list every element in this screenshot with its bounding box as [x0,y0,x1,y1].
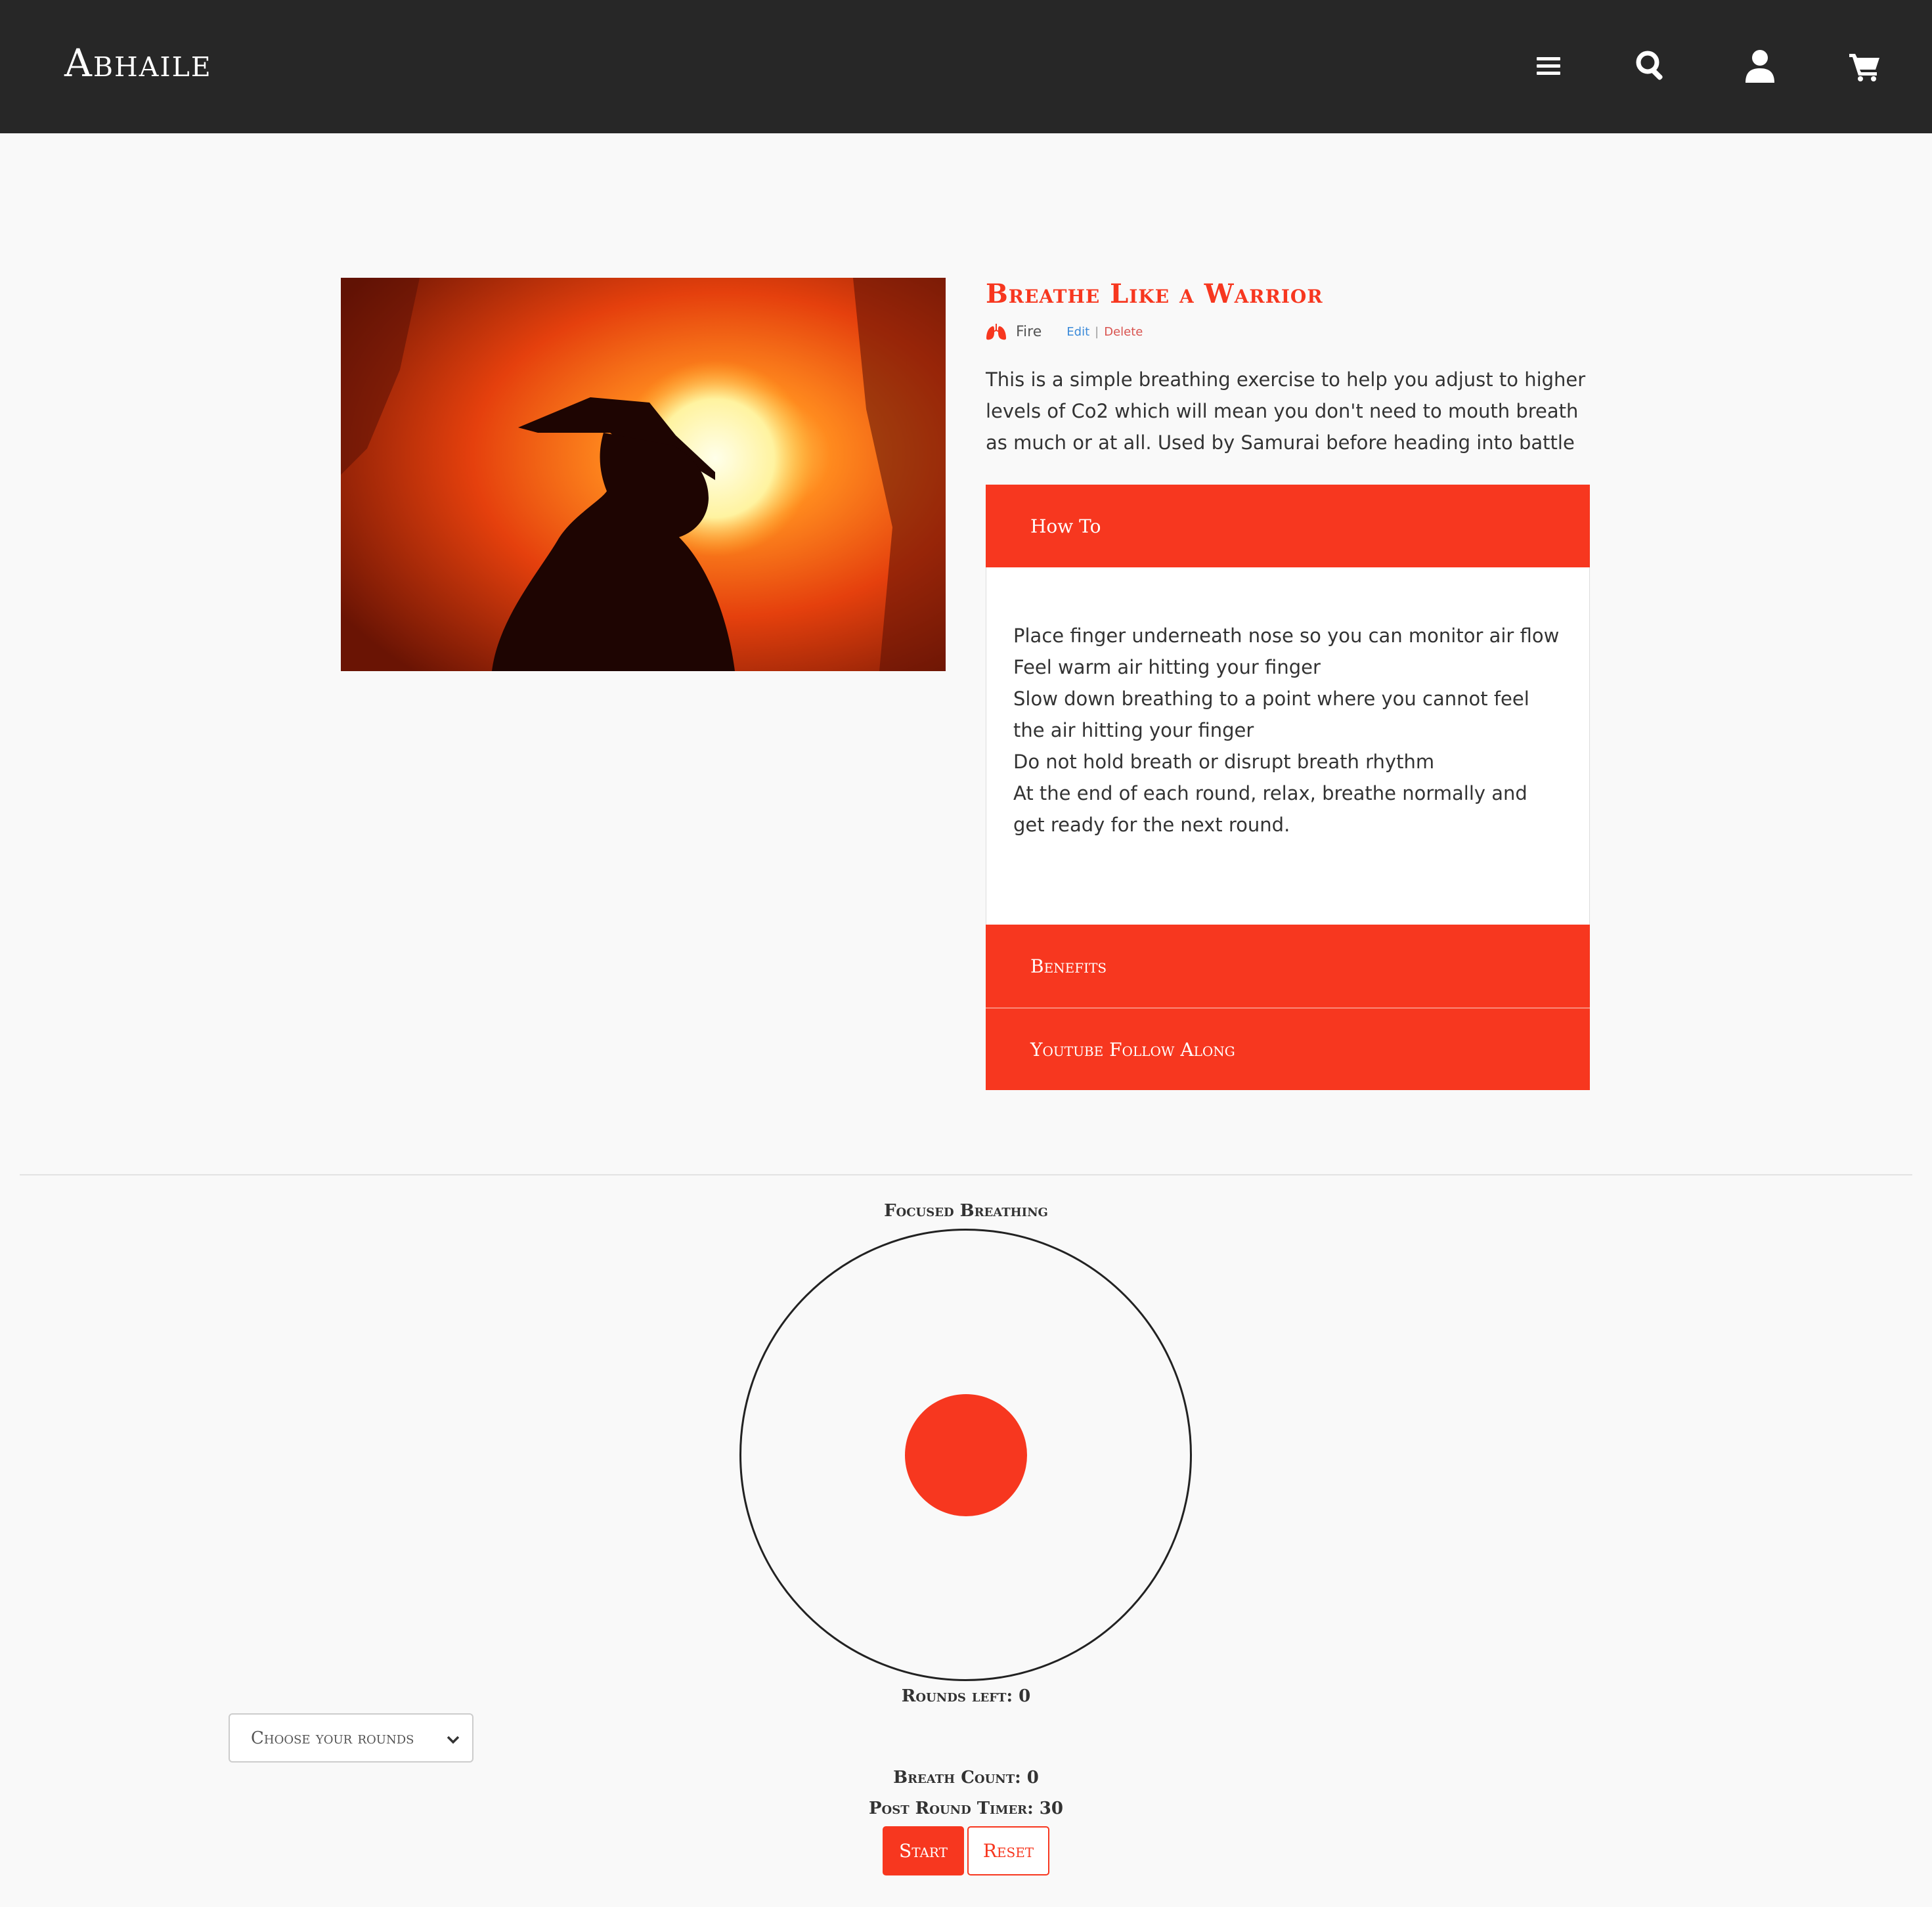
breathing-heading: Focused Breathing [884,1201,1048,1221]
exercise-image [341,278,946,671]
lungs-icon [986,322,1007,341]
how-to-line: At the end of each round, relax, breathe… [1013,782,1527,836]
how-to-header[interactable]: How To [986,485,1590,567]
rounds-left-label: Rounds left: 0 [901,1686,1031,1706]
benefits-header[interactable]: Benefits [986,925,1590,1007]
category-label: Fire [1016,323,1042,340]
link-separator: | [1095,324,1099,339]
youtube-header[interactable]: Youtube Follow Along [986,1007,1590,1090]
breath-count-label: Breath Count: 0 [893,1768,1039,1787]
cart-icon[interactable] [1847,47,1883,84]
chevron-down-icon [446,1732,460,1746]
user-icon[interactable] [1742,47,1778,84]
rounds-select-value: Choose your rounds [251,1728,414,1748]
navbar: Abhaile [0,0,1932,133]
how-to-line: Feel warm air hitting your finger [1013,656,1321,678]
start-button[interactable]: Start [883,1826,964,1875]
how-to-body: Place finger underneath nose so you can … [986,567,1590,925]
exercise-accordion: How To Place finger underneath nose so y… [986,485,1590,1090]
breath-indicator-dot [905,1394,1027,1516]
brand-logo[interactable]: Abhaile [64,41,212,85]
how-to-line: Slow down breathing to a point where you… [1013,688,1529,741]
how-to-line: Place finger underneath nose so you can … [1013,625,1560,647]
exercise-title: Breathe Like a Warrior [986,278,1323,309]
search-icon[interactable] [1633,47,1669,84]
section-divider [20,1174,1912,1175]
menu-icon[interactable] [1530,47,1567,84]
post-round-timer-label: Post Round Timer: 30 [869,1799,1063,1818]
how-to-line: Do not hold breath or disrupt breath rhy… [1013,751,1435,773]
reset-button[interactable]: Reset [967,1826,1049,1875]
edit-link[interactable]: Edit [1066,325,1089,339]
exercise-meta: Fire Edit | Delete [986,322,1143,341]
rounds-select[interactable]: Choose your rounds [229,1713,473,1763]
exercise-description: This is a simple breathing exercise to h… [986,368,1586,454]
delete-link[interactable]: Delete [1104,325,1143,339]
